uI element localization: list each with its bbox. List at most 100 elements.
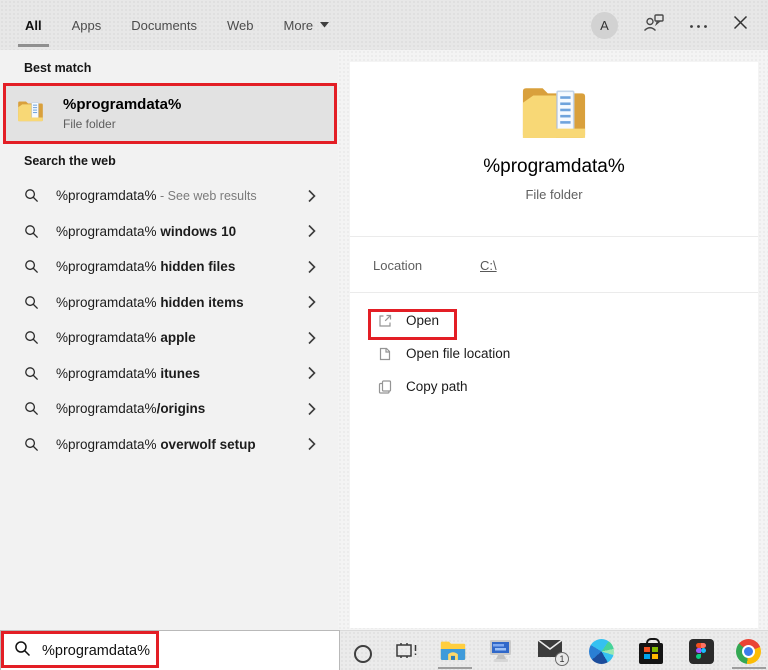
chevron-right-icon[interactable] — [308, 296, 316, 309]
feedback-icon[interactable] — [643, 13, 664, 37]
search-filter-bar: All Apps Documents Web More A — [0, 0, 768, 50]
figma-icon[interactable] — [688, 638, 714, 664]
suggestion-prefix: %programdata% — [56, 224, 157, 239]
mail-badge: 1 — [555, 652, 569, 666]
cortana-icon[interactable] — [350, 641, 376, 667]
taskbar: %programdata% — [0, 630, 768, 670]
suggestion-suffix: itunes — [157, 366, 201, 381]
action-open-label: Open — [406, 313, 439, 328]
suggestion-suffix: - See web results — [157, 189, 257, 203]
search-icon — [24, 295, 39, 310]
best-match-result[interactable]: %programdata% File folder — [3, 83, 337, 143]
action-copy-path-label: Copy path — [406, 379, 468, 394]
action-open-file-location[interactable]: Open file location — [350, 337, 758, 370]
suggestion-suffix: /origins — [157, 401, 206, 416]
open-icon — [377, 313, 393, 329]
tab-more-label: More — [284, 18, 314, 33]
suggestion-suffix: hidden files — [157, 259, 236, 274]
chevron-right-icon[interactable] — [308, 438, 316, 451]
chevron-right-icon[interactable] — [308, 225, 316, 238]
search-icon — [24, 437, 39, 452]
search-input-value: %programdata% — [42, 643, 150, 659]
tab-apps[interactable]: Apps — [72, 0, 102, 50]
suggestion-suffix: hidden items — [157, 295, 244, 310]
tab-apps-label: Apps — [72, 18, 102, 33]
suggestion-row[interactable]: %programdata% hidden files — [0, 249, 338, 285]
tab-documents[interactable]: Documents — [131, 0, 197, 50]
close-icon[interactable] — [733, 15, 748, 35]
suggestion-prefix: %programdata% — [56, 366, 157, 381]
search-icon — [24, 188, 39, 203]
chevron-right-icon[interactable] — [308, 331, 316, 344]
suggestion-row[interactable]: %programdata% windows 10 — [0, 214, 338, 250]
task-view-icon[interactable] — [394, 638, 420, 664]
tab-all[interactable]: All — [25, 0, 42, 50]
location-link[interactable]: C:\ — [480, 258, 497, 273]
more-options-icon[interactable] — [689, 16, 708, 34]
search-icon — [24, 330, 39, 345]
taskbar-search-input[interactable]: %programdata% — [0, 630, 340, 670]
preview-subtitle: File folder — [350, 187, 758, 202]
search-icon — [14, 640, 31, 662]
suggestion-prefix: %programdata% — [56, 330, 157, 345]
tab-web[interactable]: Web — [227, 0, 254, 50]
tab-more[interactable]: More — [284, 0, 330, 50]
search-web-heading: Search the web — [24, 154, 116, 168]
edge-icon[interactable] — [588, 638, 614, 664]
location-row: Location C:\ — [350, 238, 758, 293]
suggestion-prefix: %programdata% — [56, 437, 157, 452]
suggestion-prefix: %programdata% — [56, 259, 157, 274]
best-match-text: %programdata% File folder — [63, 96, 181, 131]
filter-tabs: All Apps Documents Web More — [25, 0, 329, 50]
action-open-file-location-label: Open file location — [406, 346, 510, 361]
copy-path-icon — [377, 379, 393, 395]
open-app-indicator — [732, 667, 766, 669]
suggestion-row[interactable]: %programdata% itunes — [0, 356, 338, 392]
avatar[interactable]: A — [591, 12, 618, 39]
open-file-location-icon — [377, 346, 393, 362]
chevron-right-icon[interactable] — [308, 402, 316, 415]
best-match-subtitle: File folder — [63, 117, 181, 131]
preview-header: %programdata% File folder — [350, 62, 758, 237]
suggestion-suffix: overwolf setup — [157, 437, 256, 452]
best-match-heading: Best match — [24, 61, 91, 75]
tab-documents-label: Documents — [131, 18, 197, 33]
preview-actions: Open Open file location — [350, 304, 758, 403]
mail-icon[interactable]: 1 — [537, 638, 563, 664]
preview-card: %programdata% File folder Location C:\ O… — [350, 62, 758, 628]
suggestion-row[interactable]: %programdata% hidden items — [0, 285, 338, 321]
best-match-title: %programdata% — [63, 96, 181, 113]
tab-web-label: Web — [227, 18, 254, 33]
topbar-actions: A — [591, 0, 748, 50]
suggestion-row[interactable]: %programdata% overwolf setup — [0, 427, 338, 463]
open-app-indicator — [438, 667, 472, 669]
suggestion-prefix: %programdata% — [56, 188, 157, 203]
chevron-right-icon[interactable] — [308, 189, 316, 202]
suggestion-row[interactable]: %programdata% apple — [0, 320, 338, 356]
chevron-right-icon[interactable] — [308, 367, 316, 380]
tab-all-label: All — [25, 18, 42, 33]
search-icon — [24, 366, 39, 381]
avatar-letter: A — [600, 18, 609, 33]
chevron-right-icon[interactable] — [308, 260, 316, 273]
search-icon — [24, 224, 39, 239]
folder-icon — [17, 99, 44, 127]
suggestion-prefix: %programdata% — [56, 295, 157, 310]
folder-icon-large — [520, 82, 588, 140]
chrome-icon[interactable] — [735, 638, 761, 664]
suggestion-row[interactable]: %programdata%/origins — [0, 391, 338, 427]
windows-search-panel: All Apps Documents Web More A — [0, 0, 768, 670]
computer-icon[interactable] — [488, 638, 514, 664]
suggestion-prefix: %programdata% — [56, 401, 157, 416]
action-copy-path[interactable]: Copy path — [350, 370, 758, 403]
microsoft-store-icon[interactable] — [638, 638, 664, 664]
preview-title: %programdata% — [350, 156, 758, 178]
search-icon — [24, 401, 39, 416]
suggestion-row[interactable]: %programdata% - See web results — [0, 178, 338, 214]
action-open[interactable]: Open — [350, 304, 758, 337]
search-icon — [24, 259, 39, 274]
suggestion-suffix: apple — [157, 330, 196, 345]
web-suggestions-list: %programdata% - See web results %program… — [0, 178, 338, 462]
file-explorer-icon[interactable] — [440, 638, 466, 664]
suggestion-suffix: windows 10 — [157, 224, 237, 239]
